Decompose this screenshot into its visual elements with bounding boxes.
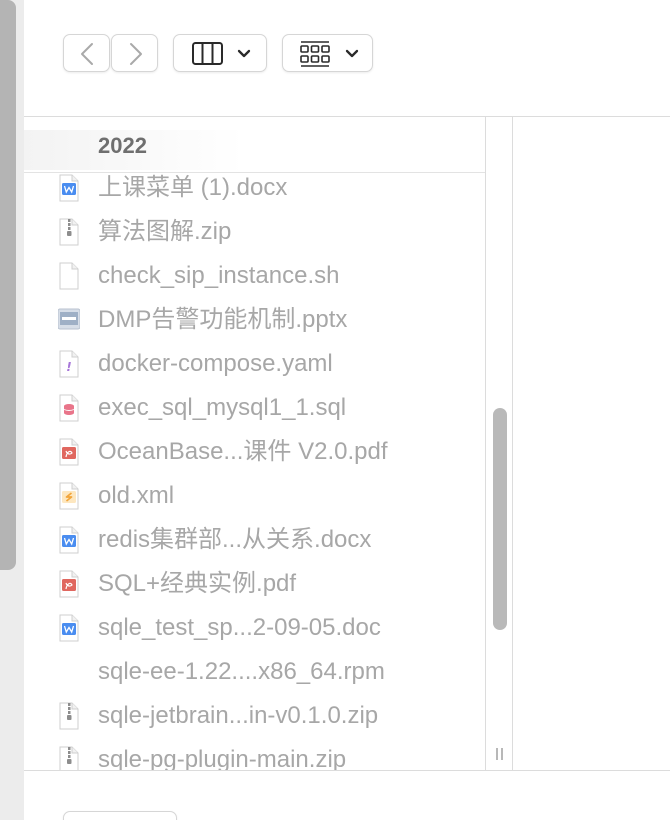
file-name: DMP告警功能机制.pptx	[98, 306, 348, 333]
outer-scrollbar[interactable]	[0, 0, 24, 820]
file-list-item[interactable]: old.xml	[24, 474, 485, 518]
file-list-item[interactable]: sqle_test_sp...2-09-05.doc	[24, 606, 485, 650]
file-list-item[interactable]: sqle-pg-plugin-main.zip	[24, 738, 485, 770]
file-list-item[interactable]: SQL+经典实例.pdf	[24, 562, 485, 606]
file-list-item[interactable]: sqle-jetbrain...in-v0.1.0.zip	[24, 694, 485, 738]
outer-scrollbar-thumb[interactable]	[0, 0, 16, 570]
file-name: old.xml	[98, 482, 175, 509]
chevron-left-icon	[81, 43, 93, 65]
column-scrollbar-thumb[interactable]	[493, 408, 507, 630]
file-name: docker-compose.yaml	[98, 350, 333, 377]
toolbar	[24, 0, 670, 117]
file-list-item[interactable]: 算法图解.zip	[24, 210, 485, 254]
column-title: 2022	[98, 133, 147, 158]
file-name: sqle-jetbrain...in-v0.1.0.zip	[98, 702, 379, 729]
back-button[interactable]	[63, 34, 110, 72]
file-name: SQL+经典实例.pdf	[98, 570, 297, 597]
group-by-button[interactable]	[282, 34, 373, 72]
column-header: 2022	[24, 117, 485, 173]
file-name: sqle_test_sp...2-09-05.doc	[98, 614, 381, 641]
column-view-icon	[192, 42, 251, 65]
file-name: 算法图解.zip	[98, 218, 232, 245]
bottom-bar	[24, 770, 670, 820]
finder-window: 2022 上课菜单 (1).docx 算法图解.zip check_sip_inst…	[0, 0, 670, 820]
file-name: exec_sql_mysql1_1.sql	[98, 394, 347, 421]
file-name: sqle-pg-plugin-main.zip	[98, 746, 347, 770]
file-name: 上课菜单 (1).docx	[98, 174, 288, 201]
file-list-item[interactable]: 上课菜单 (1).docx	[24, 166, 485, 210]
file-list-item[interactable]: sqle-ee-1.22....x86_64.rpm	[24, 650, 485, 694]
file-column: 2022 上课菜单 (1).docx 算法图解.zip check_sip_inst…	[24, 117, 485, 770]
file-name: redis集群部...从关系.docx	[98, 526, 372, 553]
file-name: check_sip_instance.sh	[98, 262, 340, 289]
bottom-button[interactable]	[63, 811, 177, 820]
view-mode-button[interactable]	[173, 34, 267, 72]
file-list-item[interactable]: check_sip_instance.sh	[24, 254, 485, 298]
grid-group-icon	[300, 41, 359, 67]
file-list-item[interactable]: DMP告警功能机制.pptx	[24, 298, 485, 342]
file-list-item[interactable]: ! docker-compose.yaml	[24, 342, 485, 386]
file-list-item[interactable]: OceanBase...课件 V2.0.pdf	[24, 430, 485, 474]
file-name: sqle-ee-1.22....x86_64.rpm	[98, 658, 385, 685]
file-name: OceanBase...课件 V2.0.pdf	[98, 438, 388, 465]
file-list-item[interactable]: exec_sql_mysql1_1.sql	[24, 386, 485, 430]
preview-pane	[513, 117, 670, 770]
file-list-item[interactable]: redis集群部...从关系.docx	[24, 518, 485, 562]
forward-button[interactable]	[111, 34, 158, 72]
chevron-right-icon	[130, 43, 142, 65]
column-resize-handle-icon[interactable]	[495, 747, 505, 761]
column-scrollbar[interactable]	[485, 117, 513, 770]
svg-text:!: !	[66, 360, 71, 374]
